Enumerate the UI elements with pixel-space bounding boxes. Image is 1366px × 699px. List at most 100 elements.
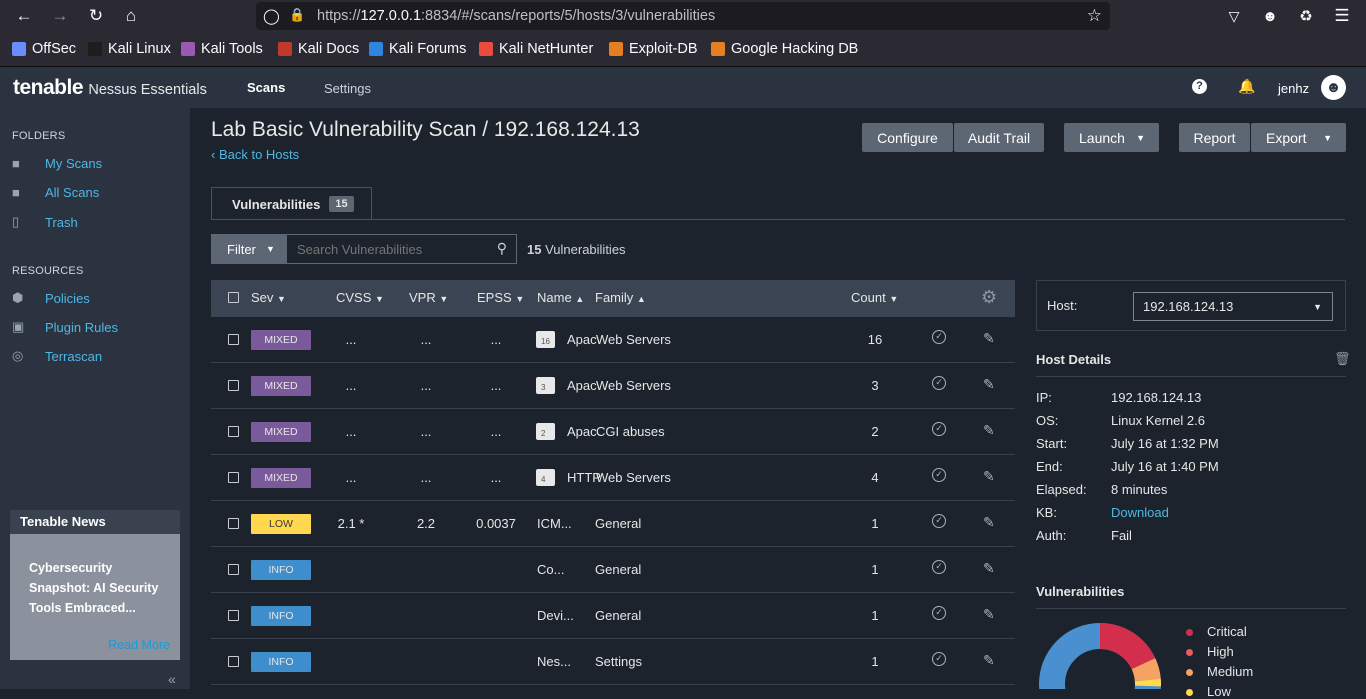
menu-icon[interactable]: ☰ (1332, 6, 1352, 26)
shield-icon[interactable]: ◯ (263, 7, 280, 25)
sidebar-item-plugin-rules[interactable]: ▣Plugin Rules (12, 319, 118, 335)
row-checkbox[interactable] (228, 656, 239, 667)
edit-pencil-icon[interactable]: ✎ (983, 422, 995, 439)
edit-pencil-icon[interactable]: ✎ (983, 652, 995, 669)
nav-scans[interactable]: Scans (247, 80, 285, 95)
bookmark-exploit-db[interactable]: Exploit-DB (609, 41, 698, 57)
table-row[interactable]: MIXED .........4HTTP Web Servers 4 ✓ ✎ (211, 455, 1015, 501)
table-row[interactable]: MIXED .........3Apac Web Servers 3 ✓ ✎ (211, 363, 1015, 409)
snooze-icon[interactable]: ✓ (932, 514, 946, 528)
launch-button[interactable]: Launch▼ (1064, 123, 1159, 152)
sidebar-item-policies[interactable]: ⬢Policies (12, 290, 90, 306)
bookmark-offsec[interactable]: OffSec (12, 41, 76, 57)
tab-vulnerabilities[interactable]: Vulnerabilities15 (211, 187, 372, 220)
news-title[interactable]: Cybersecurity Snapshot: AI Security Tool… (29, 558, 169, 618)
header-name[interactable]: Name ▲ (537, 290, 584, 305)
gear-icon[interactable]: ⚙ (981, 287, 997, 308)
snooze-icon[interactable]: ✓ (932, 422, 946, 436)
home-icon[interactable]: ⌂ (121, 6, 141, 26)
snooze-icon[interactable]: ✓ (932, 652, 946, 666)
configure-button[interactable]: Configure (862, 123, 953, 152)
cell-name[interactable]: Apac (567, 378, 597, 393)
bookmark-kali-nethunter[interactable]: Kali NetHunter (479, 41, 593, 57)
collapse-sidebar-icon[interactable]: « (168, 671, 176, 687)
bookmark-kali-tools[interactable]: Kali Tools (181, 41, 263, 57)
cell-name[interactable]: Co... (537, 562, 564, 577)
export-button[interactable]: Export▼ (1251, 123, 1346, 152)
help-icon[interactable]: ? (1192, 79, 1207, 94)
address-bar[interactable]: ◯ 🔒 https://127.0.0.1:8834/#/scans/repor… (256, 2, 1110, 30)
cell-name[interactable]: Devi... (537, 608, 574, 623)
table-row[interactable]: MIXED .........2Apac CGI abuses 2 ✓ ✎ (211, 409, 1015, 455)
sidebar-item-all-scans[interactable]: ■All Scans (12, 185, 99, 200)
header-family[interactable]: Family ▲ (595, 290, 646, 305)
detail-key: Auth: (1036, 528, 1111, 543)
cell-name[interactable]: ICM... (537, 516, 572, 531)
cell-cvss: ... (321, 378, 381, 393)
cell-name[interactable]: Nes... (537, 654, 571, 669)
sidebar-item-trash[interactable]: ▯Trash (12, 214, 78, 230)
table-row[interactable]: INFO Co... General 1 ✓ ✎ (211, 547, 1015, 593)
star-icon[interactable]: ☆ (1087, 6, 1102, 26)
snooze-icon[interactable]: ✓ (932, 468, 946, 482)
table-row[interactable]: LOW 2.1 *2.20.0037ICM... General 1 ✓ ✎ (211, 501, 1015, 547)
row-checkbox[interactable] (228, 380, 239, 391)
audit-trail-button[interactable]: Audit Trail (954, 123, 1044, 152)
edit-pencil-icon[interactable]: ✎ (983, 330, 995, 347)
edit-pencil-icon[interactable]: ✎ (983, 560, 995, 577)
table-row[interactable]: INFO Nes... Settings 1 ✓ ✎ (211, 639, 1015, 685)
read-more-link[interactable]: Read More (108, 638, 170, 652)
extensions-icon[interactable]: ♻ (1296, 6, 1316, 26)
select-all-checkbox[interactable] (228, 292, 239, 303)
header-cvss[interactable]: CVSS ▼ (336, 290, 384, 305)
row-checkbox[interactable] (228, 426, 239, 437)
back-to-hosts-link[interactable]: ‹ Back to Hosts (211, 147, 299, 162)
header-vpr[interactable]: VPR ▼ (409, 290, 448, 305)
nav-settings[interactable]: Settings (324, 81, 371, 96)
cell-name[interactable]: Apac (567, 332, 597, 347)
header-count[interactable]: Count ▼ (851, 290, 898, 305)
row-checkbox[interactable] (228, 518, 239, 529)
row-checkbox[interactable] (228, 610, 239, 621)
filter-button[interactable]: Filter▼ (211, 234, 286, 264)
snooze-icon[interactable]: ✓ (932, 376, 946, 390)
sidebar-item-my-scans[interactable]: ■My Scans (12, 156, 102, 171)
table-row[interactable]: MIXED .........16Apac Web Servers 16 ✓ ✎ (211, 317, 1015, 363)
search-input[interactable] (287, 242, 487, 257)
search-icon[interactable]: ⚲ (497, 240, 507, 257)
username[interactable]: jenhz (1278, 81, 1309, 96)
tenable-logo[interactable]: tenable Nessus Essentials (13, 76, 207, 100)
trash-icon[interactable]: 🗑 (1334, 351, 1351, 367)
edit-pencil-icon[interactable]: ✎ (983, 376, 995, 393)
host-select[interactable]: 192.168.124.13▼ (1133, 292, 1333, 321)
pocket-icon[interactable]: ▽ (1224, 6, 1244, 26)
cell-name[interactable]: Apac (567, 424, 597, 439)
bookmark-kali-forums[interactable]: Kali Forums (369, 41, 466, 57)
bookmark-ghdb[interactable]: Google Hacking DB (711, 41, 858, 57)
user-avatar-icon[interactable]: ☻ (1321, 75, 1346, 100)
snooze-icon[interactable]: ✓ (932, 560, 946, 574)
snooze-icon[interactable]: ✓ (932, 606, 946, 620)
edit-pencil-icon[interactable]: ✎ (983, 468, 995, 485)
edit-pencil-icon[interactable]: ✎ (983, 514, 995, 531)
detail-value[interactable]: Download (1111, 505, 1169, 520)
reload-icon[interactable]: ↻ (86, 6, 106, 26)
snooze-icon[interactable]: ✓ (932, 330, 946, 344)
url-text[interactable]: https://127.0.0.1:8834/#/scans/reports/5… (317, 8, 715, 24)
back-arrow-icon[interactable]: ← (14, 6, 34, 26)
bell-icon[interactable]: 🔔 (1238, 78, 1255, 95)
bookmark-kali-linux[interactable]: Kali Linux (88, 41, 171, 57)
header-epss[interactable]: EPSS ▼ (477, 290, 524, 305)
account-icon[interactable]: ☻ (1260, 6, 1280, 26)
header-sev[interactable]: Sev ▼ (251, 290, 286, 305)
row-checkbox[interactable] (228, 334, 239, 345)
report-button[interactable]: Report (1179, 123, 1250, 152)
table-row[interactable]: INFO Devi... General 1 ✓ ✎ (211, 593, 1015, 639)
row-checkbox[interactable] (228, 564, 239, 575)
edit-pencil-icon[interactable]: ✎ (983, 606, 995, 623)
lock-icon[interactable]: 🔒 (289, 7, 305, 23)
row-checkbox[interactable] (228, 472, 239, 483)
bookmark-kali-docs[interactable]: Kali Docs (278, 41, 359, 57)
sidebar-item-terrascan[interactable]: ◎Terrascan (12, 348, 102, 364)
forward-arrow-icon[interactable]: → (50, 6, 70, 26)
